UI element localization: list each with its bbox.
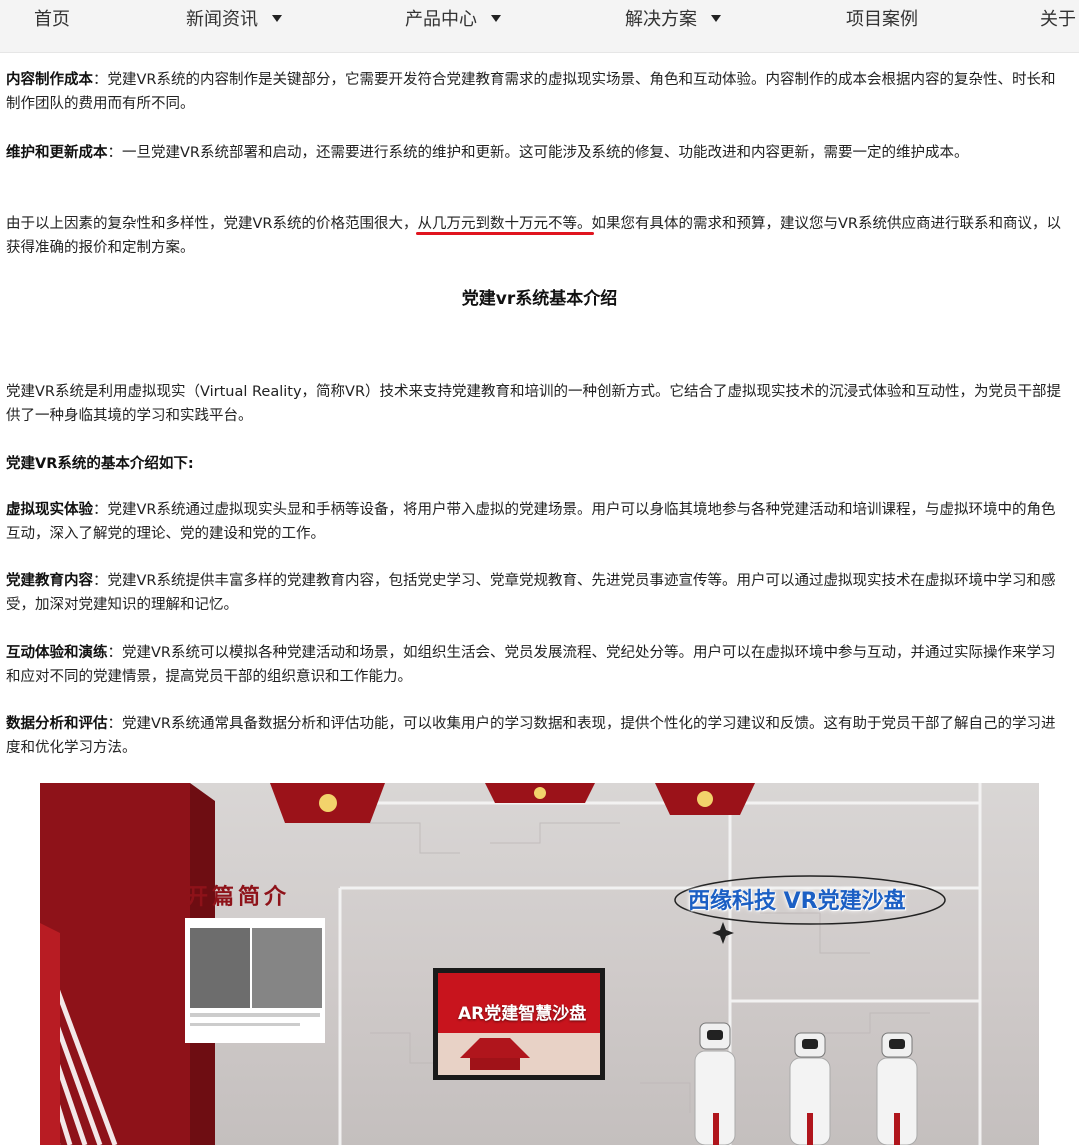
photo-overlay-title: 西缘科技 VR党建沙盘	[688, 889, 906, 914]
paragraph-text: ：党建VR系统可以模拟各种党建活动和场景，如组织生活会、党员发展流程、党纪处分等…	[6, 645, 1056, 685]
highlighted-price-range: 从几万元到数十万元不等。	[417, 216, 592, 232]
vr-stand-1	[694, 1022, 736, 1145]
paragraph-text: ：党建VR系统通过虚拟现实头显和手柄等设备，将用户带入虚拟的党建场景。用户可以身…	[6, 502, 1056, 542]
paragraph-text: ：党建VR系统的内容制作是关键部分，它需要开发符合党建教育需求的虚拟现实场景、角…	[6, 72, 1056, 112]
paragraph-text: ：党建VR系统提供丰富多样的党建教育内容，包括党史学习、党章党规教育、先进党员事…	[6, 573, 1056, 613]
vr-stand-2	[789, 1032, 831, 1145]
nav-item-products[interactable]: 产品中心	[405, 6, 501, 34]
chevron-down-icon	[272, 14, 282, 22]
term-label: 互动体验和演练	[6, 645, 108, 661]
screen-title: AR党建智慧沙盘	[458, 1004, 587, 1024]
list-heading-text: 党建VR系统的基本介绍如下:	[6, 456, 194, 472]
paragraph-text: 由于以上因素的复杂性和多样性，党建VR系统的价格范围很大，	[6, 216, 418, 232]
paragraph-text: ：一旦党建VR系统部署和启动，还需要进行系统的维护和更新。这可能涉及系统的修复、…	[107, 145, 969, 161]
nav-item-label: 首页	[34, 9, 70, 30]
term-label: 内容制作成本	[6, 72, 93, 88]
term-label: 维护和更新成本	[6, 145, 108, 161]
vr-showroom-photo: 开篇简介 AR党建智慧沙盘 西缘科技 VR党建沙盘	[40, 783, 1039, 1145]
section-title: 党建vr系统基本介绍	[461, 289, 618, 309]
chevron-down-icon	[711, 14, 721, 22]
showroom-illustration	[40, 783, 982, 1145]
nav-item-label: 项目案例	[846, 9, 918, 30]
paragraph-text: ：党建VR系统通常具备数据分析和评估功能，可以收集用户的学习数据和表现，提供个性…	[6, 716, 1056, 756]
paragraph-price-range: 由于以上因素的复杂性和多样性，党建VR系统的价格范围很大，从几万元到数十万元不等…	[6, 212, 1068, 260]
nav-item-label: 关于	[1040, 9, 1076, 30]
list-item: 互动体验和演练：党建VR系统可以模拟各种党建活动和场景，如组织生活会、党员发展流…	[6, 641, 1068, 689]
paragraph-intro: 党建VR系统是利用虚拟现实（Virtual Reality，简称VR）技术来支持…	[6, 380, 1068, 428]
term-label: 党建教育内容	[6, 573, 93, 589]
paragraph-text: 党建VR系统是利用虚拟现实（Virtual Reality，简称VR）技术来支持…	[6, 384, 1062, 424]
list-heading: 党建VR系统的基本介绍如下:	[6, 452, 1068, 476]
paragraph-maintenance-cost: 维护和更新成本：一旦党建VR系统部署和启动，还需要进行系统的维护和更新。这可能涉…	[6, 141, 1068, 165]
board-title: 开篇简介	[186, 885, 291, 910]
list-item: 数据分析和评估：党建VR系统通常具备数据分析和评估功能，可以收集用户的学习数据和…	[6, 712, 1068, 760]
top-nav: 首页 新闻资讯 产品中心 解决方案 项目案例 关于	[0, 0, 1079, 53]
list-item: 虚拟现实体验：党建VR系统通过虚拟现实头显和手柄等设备，将用户带入虚拟的党建场景…	[6, 498, 1068, 546]
paragraph-content-cost: 内容制作成本：党建VR系统的内容制作是关键部分，它需要开发符合党建教育需求的虚拟…	[6, 68, 1068, 116]
nav-item-label: 产品中心	[405, 9, 477, 30]
nav-item-about[interactable]: 关于	[1040, 6, 1076, 34]
chevron-down-icon	[491, 14, 501, 22]
nav-item-cases[interactable]: 项目案例	[846, 6, 918, 34]
nav-item-news[interactable]: 新闻资讯	[186, 6, 282, 34]
list-item: 党建教育内容：党建VR系统提供丰富多样的党建教育内容，包括党史学习、党章党规教育…	[6, 569, 1068, 617]
nav-item-solutions[interactable]: 解决方案	[625, 6, 721, 34]
vr-stand-3	[876, 1032, 918, 1145]
nav-item-label: 解决方案	[625, 9, 697, 30]
nav-item-label: 新闻资讯	[186, 9, 258, 30]
term-label: 数据分析和评估	[6, 716, 108, 732]
nav-item-home[interactable]: 首页	[34, 6, 70, 34]
term-label: 虚拟现实体验	[6, 502, 93, 518]
